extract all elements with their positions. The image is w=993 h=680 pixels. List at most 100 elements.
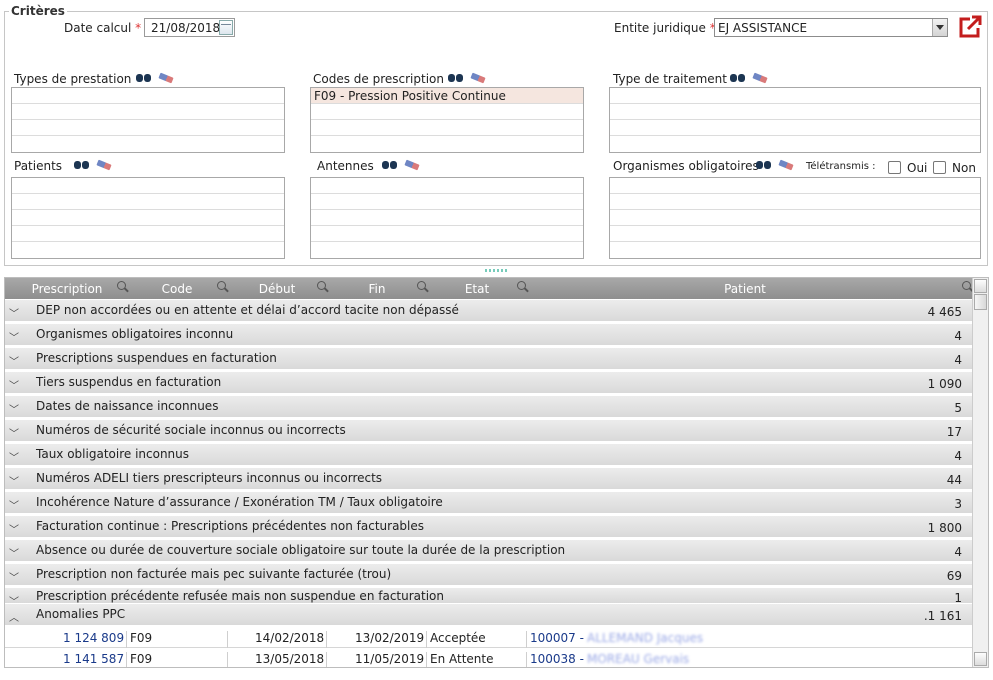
- entity-select[interactable]: EJ ASSISTANCE: [714, 18, 948, 37]
- column-debut[interactable]: Début: [237, 282, 317, 296]
- binoculars-icon[interactable]: [74, 159, 90, 171]
- eraser-icon[interactable]: [752, 72, 768, 84]
- eraser-icon[interactable]: [158, 72, 174, 84]
- cell-patient-name[interactable]: ALLEMAND Jacques: [587, 631, 703, 645]
- group-row[interactable]: ﹀ Organismes obligatoires inconnu 4: [5, 324, 972, 346]
- chevron-down-icon[interactable]: ﹀: [9, 569, 19, 584]
- chevron-down-icon[interactable]: ﹀: [9, 329, 19, 344]
- cell-prescription[interactable]: 1 141 587: [63, 652, 124, 666]
- list-item[interactable]: [12, 194, 284, 210]
- chevron-down-icon[interactable]: ﹀: [9, 353, 19, 368]
- list-item[interactable]: [610, 88, 980, 104]
- list-item[interactable]: [12, 88, 284, 104]
- chevron-down-icon[interactable]: ﹀: [9, 377, 19, 392]
- chevron-down-icon[interactable]: ﹀: [9, 425, 19, 440]
- group-row[interactable]: ﹀ Numéros de sécurité sociale inconnus ou…: [5, 420, 972, 442]
- chevron-up-icon[interactable]: ︿: [9, 609, 19, 624]
- chevron-down-icon[interactable]: ﹀: [9, 497, 19, 512]
- scroll-up-button[interactable]: [974, 279, 987, 293]
- binoculars-icon[interactable]: [730, 72, 746, 84]
- chevron-down-icon[interactable]: [932, 19, 947, 36]
- group-count: 3: [954, 497, 962, 511]
- table-row[interactable]: 1 141 587 F09 13/05/2018 11/05/2019 En A…: [5, 648, 972, 667]
- binoculars-icon[interactable]: [136, 72, 152, 84]
- scroll-thumb[interactable]: [974, 294, 987, 310]
- eraser-icon[interactable]: [778, 159, 794, 171]
- scroll-down-button[interactable]: [974, 652, 987, 666]
- list-item[interactable]: [311, 210, 583, 226]
- export-icon[interactable]: [959, 14, 984, 39]
- types-prestation-list[interactable]: [11, 87, 285, 153]
- group-row[interactable]: ﹀ Dates de naissance inconnues 5: [5, 396, 972, 418]
- column-prescription[interactable]: Prescription: [27, 282, 107, 296]
- antennes-list[interactable]: [310, 177, 584, 259]
- group-row[interactable]: ﹀ Facturation continue : Prescriptions pr…: [5, 516, 972, 538]
- organismes-list[interactable]: [609, 177, 981, 259]
- group-row[interactable]: ﹀ Absence ou durée de couverture sociale …: [5, 540, 972, 562]
- list-item[interactable]: [610, 178, 980, 194]
- column-etat[interactable]: Etat: [437, 282, 517, 296]
- list-item[interactable]: [610, 194, 980, 210]
- list-item[interactable]: [311, 194, 583, 210]
- chevron-down-icon[interactable]: ﹀: [9, 473, 19, 488]
- chevron-down-icon[interactable]: ﹀: [9, 521, 19, 536]
- eraser-icon[interactable]: [96, 159, 112, 171]
- calendar-icon[interactable]: [219, 20, 233, 35]
- group-row[interactable]: ﹀ Tiers suspendus en facturation 1 090: [5, 372, 972, 394]
- group-row[interactable]: ︿ Anomalies PPC .1 161: [5, 604, 972, 626]
- group-row[interactable]: ﹀ DEP non accordées ou en attente et déla…: [5, 300, 972, 322]
- chevron-down-icon[interactable]: ﹀: [9, 449, 19, 464]
- teletransmis-oui-checkbox[interactable]: [888, 161, 901, 174]
- cell-patient-id[interactable]: 100038 -: [530, 652, 584, 666]
- list-item[interactable]: [311, 178, 583, 194]
- column-code[interactable]: Code: [147, 282, 207, 296]
- group-row[interactable]: ﹀ Incohérence Nature d’assurance / Exonér…: [5, 492, 972, 514]
- vertical-scrollbar[interactable]: [972, 278, 988, 667]
- column-patient[interactable]: Patient: [655, 282, 835, 296]
- list-item[interactable]: [311, 104, 583, 120]
- filter-magnifier-icon[interactable]: [517, 281, 526, 290]
- list-item[interactable]: [12, 120, 284, 136]
- list-item[interactable]: [12, 226, 284, 242]
- cell-patient-id[interactable]: 100007 -: [530, 631, 584, 645]
- eraser-icon[interactable]: [404, 159, 420, 171]
- group-row[interactable]: ﹀ Taux obligatoire inconnus 4: [5, 444, 972, 466]
- binoculars-icon[interactable]: [756, 159, 772, 171]
- list-item[interactable]: [12, 104, 284, 120]
- list-item[interactable]: [610, 210, 980, 226]
- table-row[interactable]: 1 124 809 F09 14/02/2018 13/02/2019 Acce…: [5, 627, 972, 652]
- date-input[interactable]: 21/08/2018: [144, 18, 235, 37]
- list-item[interactable]: [311, 120, 583, 136]
- type-traitement-list[interactable]: [609, 87, 981, 153]
- chevron-down-icon[interactable]: ﹀: [9, 305, 19, 320]
- patients-list[interactable]: [11, 177, 285, 259]
- group-row[interactable]: ﹀ Numéros ADELI tiers prescripteurs incon…: [5, 468, 972, 490]
- list-item[interactable]: [610, 104, 980, 120]
- filter-magnifier-icon[interactable]: [217, 281, 226, 290]
- filter-magnifier-icon[interactable]: [417, 281, 426, 290]
- list-item[interactable]: [610, 226, 980, 242]
- panel-splitter[interactable]: [0, 268, 993, 274]
- cell-prescription[interactable]: 1 124 809: [63, 631, 124, 645]
- codes-prescription-list[interactable]: F09 - Pression Positive Continue: [310, 87, 584, 153]
- teletransmis-non-checkbox[interactable]: [933, 161, 946, 174]
- group-row[interactable]: ﹀ Prescription précédente refusée mais no…: [5, 588, 972, 608]
- cell-patient-name[interactable]: MOREAU Gervais: [587, 652, 689, 666]
- list-item[interactable]: [12, 178, 284, 194]
- filter-magnifier-icon[interactable]: [317, 281, 326, 290]
- filter-magnifier-icon[interactable]: [962, 281, 971, 290]
- binoculars-icon[interactable]: [382, 159, 398, 171]
- list-item[interactable]: [610, 120, 980, 136]
- list-item-selected[interactable]: F09 - Pression Positive Continue: [311, 88, 583, 104]
- group-row[interactable]: ﹀ Prescription non facturée mais pec suiv…: [5, 564, 972, 586]
- list-item[interactable]: [12, 210, 284, 226]
- column-fin[interactable]: Fin: [337, 282, 417, 296]
- binoculars-icon[interactable]: [448, 72, 464, 84]
- splitter-grip[interactable]: [485, 269, 507, 272]
- group-row[interactable]: ﹀ Prescriptions suspendues en facturation…: [5, 348, 972, 370]
- chevron-down-icon[interactable]: ﹀: [9, 401, 19, 416]
- eraser-icon[interactable]: [470, 72, 486, 84]
- chevron-down-icon[interactable]: ﹀: [9, 545, 19, 560]
- filter-magnifier-icon[interactable]: [117, 281, 126, 290]
- list-item[interactable]: [311, 226, 583, 242]
